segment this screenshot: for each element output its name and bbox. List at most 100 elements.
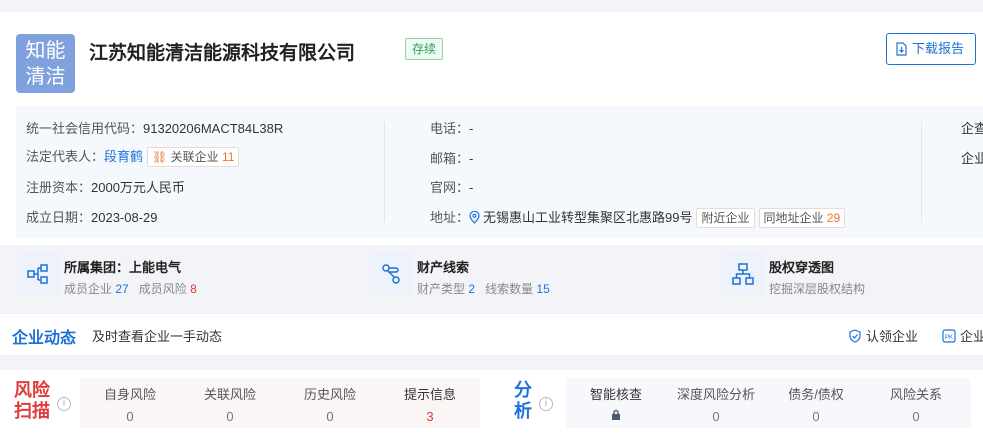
risk-self-label: 自身风险 [103,387,156,402]
phone-label: 电话： [430,121,470,136]
document-icon [896,42,907,56]
risk-history-value: 0 [326,409,334,424]
deep-risk[interactable]: 深度风险分析 0 [666,378,766,428]
risk-hint[interactable]: 提示信息 3 [380,378,480,428]
info-icon[interactable]: i [57,397,71,411]
credit-code-value: 91320206MACT84L38R [143,121,284,136]
debt-value: 0 [812,409,820,424]
risk-history[interactable]: 历史风险 0 [280,378,380,428]
risk-self-value: 0 [126,409,134,424]
credit-code-label: 统一社会信用代码： [26,121,144,136]
group-card[interactable]: 所属集团：上能电气 成员企业 27 成员风险 8 [16,252,346,298]
founded-row: 成立日期：2023-08-29 [26,207,158,226]
asset-type-count[interactable]: 2 [468,282,475,296]
risk-related[interactable]: 关联风险 0 [180,378,280,428]
capital-label: 注册资本： [26,180,92,195]
same-address-count: 29 [826,211,841,225]
deep-risk-value: 0 [712,409,720,424]
risk-hint-value: 3 [426,409,434,424]
member-count[interactable]: 27 [115,282,128,296]
address-label: 地址： [430,210,470,225]
phone-row: 电话：- [430,118,473,137]
legal-rep-label: 法定代表人： [26,149,105,164]
risk-hint-label: 提示信息 [403,387,456,402]
group-title: 所属集团：上能电气 [64,260,182,275]
capital-value: 2000万元人民币 [91,180,185,195]
group-icon [16,252,60,296]
divider [921,122,922,222]
risk-related-label: 关联风险 [203,387,256,402]
smart-check-label: 智能核查 [589,387,642,402]
asset-card[interactable]: 财产线索 财产类型 2 线索数量 15 [369,252,699,298]
asset-title: 财产线索 [417,260,470,275]
pk-company-button[interactable]: PK 企业 [942,326,983,345]
founded-value: 2023-08-29 [91,210,158,225]
legal-rep-link[interactable]: 段育鹤 [104,149,143,164]
legal-rep-row: 法定代表人：段育鹤 ⛓ 关联企业 11 [26,146,240,167]
same-address-tag[interactable]: 同地址企业 29 [758,208,846,228]
smart-check[interactable]: 智能核查 [566,378,666,428]
email-row: 邮箱：- [430,148,473,167]
member-risk-label: 成员风险 [138,282,187,296]
dynamics-subtitle: 及时查看企业一手动态 [92,329,223,344]
asset-sub: 财产类型 2 线索数量 15 [417,280,550,297]
asset-type-label: 财产类型 [417,282,466,296]
risk-scan-label: 风险扫描 [14,380,50,421]
nearby-companies-tag[interactable]: 附近企业 [696,208,755,228]
email-label: 邮箱： [430,151,470,166]
email-value: - [469,151,474,166]
right-info-2: 企业 [961,151,983,166]
related-companies-tag[interactable]: ⛓ 关联企业 11 [147,147,240,167]
download-report-button[interactable]: 下载报告 [886,33,976,65]
deep-risk-label: 深度风险分析 [676,387,755,402]
info-icon[interactable]: i [539,397,553,411]
claim-label: 认领企业 [866,329,919,344]
member-risk-count[interactable]: 8 [190,282,197,296]
lock-icon [566,409,666,424]
verified-icon [849,329,861,343]
website-value: - [469,180,474,195]
equity-title: 股权穿透图 [769,260,835,275]
risk-self[interactable]: 自身风险 0 [80,378,180,428]
related-count: 11 [221,150,235,164]
risk-relation-value: 0 [912,409,920,424]
analysis-panel: 智能核查 深度风险分析 0 债务/债权 0 风险关系 0 [566,378,971,428]
pk-label: 企业 [960,329,983,344]
feature-cards: 所属集团：上能电气 成员企业 27 成员风险 8 财产线索 财产类型 2 线索数… [0,252,983,298]
same-address-label: 同地址企业 [763,211,824,225]
asset-icon [369,252,413,296]
company-header: 知能 清洁 江苏知能清洁能源科技有限公司 存续 下载报告 统一社会信用代码：913… [0,0,983,245]
svg-text:PK: PK [945,335,953,341]
website-row: 官网：- [430,177,473,196]
equity-sub: 挖掘深层股权结构 [769,282,866,296]
risk-related-value: 0 [226,409,234,424]
clue-count[interactable]: 15 [536,282,549,296]
equity-card[interactable]: 股权穿透图 挖掘深层股权结构 [721,252,971,298]
debt-label: 债务/债权 [788,387,844,402]
related-label: 关联企业 [170,150,219,164]
address-row: 地址： 无锡惠山工业转型集聚区北惠路99号 附近企业 同地址企业 29 [430,207,846,228]
analysis-label: 分析 [514,380,532,421]
status-badge: 存续 [405,38,444,60]
divider [384,122,385,222]
risk-history-label: 历史风险 [303,387,356,402]
phone-value: - [469,121,474,136]
dynamics-bar: 企业动态 及时查看企业一手动态 认领企业 PK 企业 [0,313,983,355]
clue-label: 线索数量 [485,282,534,296]
capital-row: 注册资本：2000万元人民币 [26,177,185,196]
credit-code-row: 统一社会信用代码：91320206MACT84L38R [26,118,283,137]
address-value[interactable]: 无锡惠山工业转型集聚区北惠路99号 [483,210,692,225]
pk-icon: PK [942,329,956,343]
claim-company-button[interactable]: 认领企业 [848,326,918,345]
dynamics-title: 企业动态 [12,330,77,347]
top-strip [0,0,983,12]
group-sub: 成员企业 27 成员风险 8 [64,280,197,297]
download-label: 下载报告 [912,41,965,56]
risk-relation[interactable]: 风险关系 0 [866,378,966,428]
equity-chart-icon [721,252,765,296]
founded-label: 成立日期： [26,210,92,225]
risk-relation-label: 风险关系 [889,387,942,402]
debt[interactable]: 债务/债权 0 [766,378,866,428]
website-label: 官网： [430,180,470,195]
company-name: 江苏知能清洁能源科技有限公司 [89,43,356,64]
